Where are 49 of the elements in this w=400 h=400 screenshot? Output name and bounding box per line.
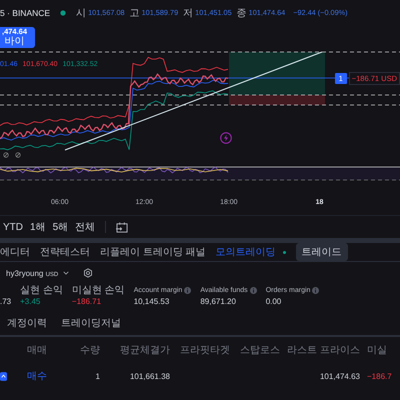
- metric-value: 10,145.53: [134, 297, 170, 306]
- info-icon[interactable]: [184, 286, 192, 294]
- trend-line[interactable]: [64, 52, 322, 150]
- range-button[interactable]: 전체: [75, 220, 96, 234]
- status-dot-icon: [60, 10, 66, 16]
- column-header: 매매: [26, 344, 48, 357]
- panel-tab[interactable]: 에디터: [0, 245, 30, 259]
- ohlc-label: 종: [236, 6, 247, 20]
- hidden-icon[interactable]: [15, 152, 21, 158]
- sub-tab[interactable]: 트레이딩저널: [61, 316, 121, 330]
- table-cell-text: 매수: [26, 370, 48, 383]
- sub-tab[interactable]: 계정이력: [7, 316, 47, 330]
- ohlc-label: 시: [76, 6, 86, 20]
- hidden-icon[interactable]: [3, 152, 9, 158]
- column-header: 스탑로스: [240, 344, 281, 357]
- metric-value: 89,671.20: [200, 297, 237, 306]
- column-header: 평균체결가: [120, 344, 171, 357]
- settings-icon[interactable]: [82, 268, 92, 278]
- column-header: 수량: [80, 344, 101, 357]
- expand-icon[interactable]: [0, 372, 7, 380]
- chevron-down-icon[interactable]: [62, 271, 68, 276]
- panel-tab[interactable]: 모의트레이딩: [216, 245, 286, 259]
- panel-tab[interactable]: 리플레이 트레이딩 패널: [100, 245, 206, 259]
- column-header: 프라핏타겟: [180, 344, 231, 357]
- range-button[interactable]: YTD: [3, 222, 23, 232]
- column-header: 라스트 프라이스: [287, 344, 361, 357]
- column-header: 미실: [366, 344, 388, 357]
- ohlc-label: 고: [130, 6, 140, 20]
- trade-button[interactable]: 트레이드: [296, 243, 348, 261]
- status-dot-icon: [282, 250, 286, 254]
- metric-value: −186.71: [72, 297, 102, 306]
- symbol-title: 5 · BINANCE: [0, 8, 50, 18]
- range-button[interactable]: 1해: [30, 220, 46, 234]
- ohlc-label: 저: [183, 6, 194, 20]
- table-cell-text: 101,661.38: [130, 372, 171, 380]
- panel-tab[interactable]: 전략테스터: [40, 245, 90, 259]
- table-cell-text: −186.7: [366, 372, 393, 380]
- metric-value: .73: [0, 297, 12, 306]
- metric-label: 실현 손익: [20, 284, 63, 297]
- table-cell-text: 1: [96, 372, 101, 380]
- metric-value: 0.00: [266, 297, 282, 306]
- table-cell-text: 101,474.63: [320, 372, 361, 380]
- range-button[interactable]: 5해: [52, 220, 68, 234]
- metric-value: +3.45: [20, 297, 42, 306]
- lightning-icon[interactable]: [220, 132, 232, 144]
- info-icon[interactable]: [250, 286, 257, 294]
- metric-label: 미실현 손익: [72, 284, 125, 297]
- calendar-icon[interactable]: [116, 222, 130, 232]
- info-icon[interactable]: [312, 286, 320, 294]
